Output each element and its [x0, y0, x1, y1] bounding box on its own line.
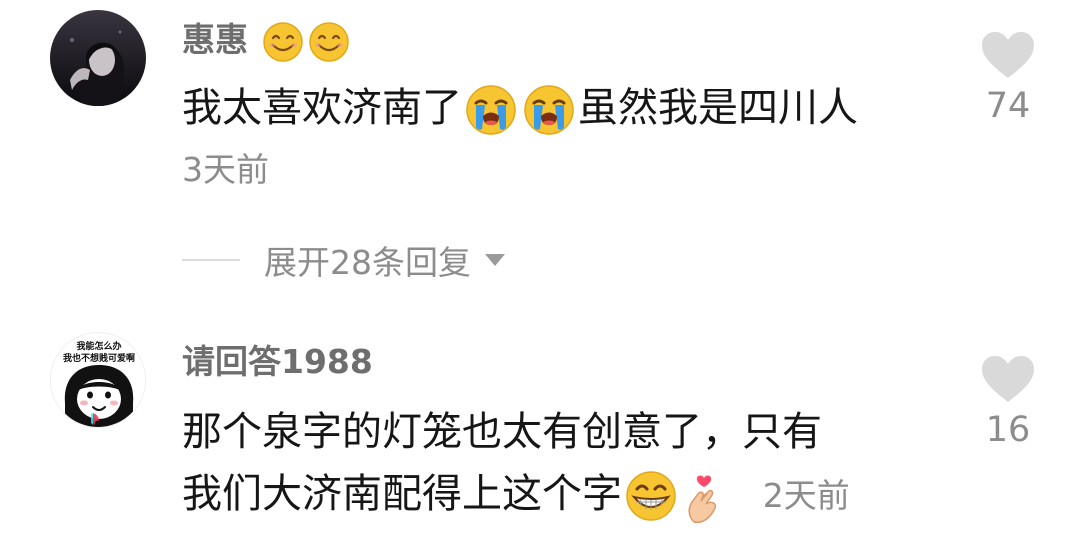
divider-line	[182, 259, 240, 261]
like-button[interactable]: 16	[968, 354, 1048, 450]
cartoon-face-avatar-icon: 我能怎么办 我也不想贱可爱啊	[51, 333, 145, 427]
comment-text-part: 我们大济南配得上这个字	[182, 471, 622, 517]
like-count: 16	[985, 410, 1031, 450]
avatar-caption: 我能怎么办	[76, 340, 121, 352]
comment-text-part: 虽然我是四川人	[578, 85, 858, 131]
username-text[interactable]: 惠惠	[182, 20, 248, 59]
comment-timestamp: 2天前	[762, 476, 850, 515]
comment-username[interactable]: 请回答1988	[182, 342, 373, 382]
expand-replies-label[interactable]: 展开28条回复	[264, 236, 471, 284]
smile-emoji-icon	[262, 21, 304, 63]
crying-emoji-icon	[522, 83, 576, 137]
crying-emoji-icon	[464, 83, 518, 137]
avatar-caption: 我也不想贱可爱啊	[63, 352, 135, 364]
comment-item: 我能怎么办 我也不想贱可爱啊 请回答1988 那个泉字的灯笼也太有创意了，只有 …	[0, 320, 1080, 545]
smile-emoji-icon	[308, 21, 350, 63]
finger-heart-emoji-icon	[682, 468, 726, 524]
comment-timestamp: 3天前	[182, 150, 269, 189]
heart-icon[interactable]	[980, 354, 1036, 404]
comment-username[interactable]: 惠惠	[182, 20, 352, 63]
heart-icon[interactable]	[980, 30, 1036, 80]
like-count: 74	[985, 86, 1031, 126]
avatar[interactable]: 我能怎么办 我也不想贱可爱啊	[50, 332, 146, 428]
avatar[interactable]	[50, 10, 146, 106]
comment-text-line: 我们大济南配得上这个字 2天前	[182, 462, 850, 526]
expand-replies-button[interactable]: 展开28条回复	[182, 240, 507, 282]
comment-text-line: 那个泉字的灯笼也太有创意了，只有	[182, 409, 822, 455]
grin-emoji-icon	[624, 469, 678, 523]
like-button[interactable]: 74	[968, 30, 1048, 126]
triangle-down-icon[interactable]	[483, 252, 507, 268]
comment-text: 我太喜欢济南了 虽然我是四川人	[182, 76, 858, 140]
dark-portrait-avatar-icon	[50, 10, 146, 106]
comment-text-part: 我太喜欢济南了	[182, 85, 462, 131]
comment-item: 惠惠 我太喜欢济南了 虽然我是四川人 3天前 74	[0, 0, 1080, 220]
